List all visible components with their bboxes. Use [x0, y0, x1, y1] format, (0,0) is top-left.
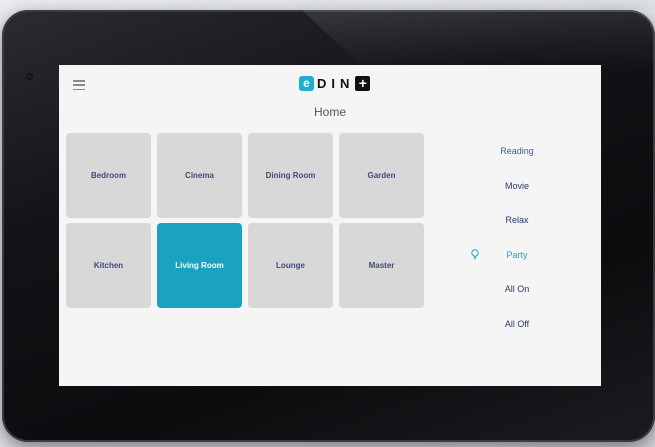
tablet-device: e DIN + Home Bedroom Cinema Dining Room …: [2, 10, 655, 442]
page-title: Home: [313, 105, 346, 119]
room-tile-bedroom[interactable]: Bedroom: [66, 133, 151, 218]
room-tile-dining-room[interactable]: Dining Room: [248, 133, 333, 218]
room-tile-lounge[interactable]: Lounge: [248, 223, 333, 308]
logo-e-badge: e: [299, 75, 314, 91]
scene-all-on[interactable]: All On: [459, 272, 575, 307]
scene-movie[interactable]: Movie: [459, 169, 575, 204]
logo-plus-badge: +: [355, 75, 371, 91]
hamburger-menu-icon[interactable]: [73, 80, 85, 90]
app-screen: e DIN + Home Bedroom Cinema Dining Room …: [59, 65, 601, 386]
room-tile-living-room[interactable]: Living Room: [157, 223, 242, 308]
scene-party[interactable]: Party: [459, 238, 575, 273]
camera-lens: [26, 73, 33, 80]
screen-glare: [302, 10, 655, 70]
room-tile-cinema[interactable]: Cinema: [157, 133, 242, 218]
room-grid: Bedroom Cinema Dining Room Garden Kitche…: [66, 133, 424, 308]
scene-label: Movie: [504, 180, 529, 191]
scene-label: Party: [506, 249, 528, 260]
lightbulb-icon: [471, 248, 479, 259]
logo-text: DIN: [317, 75, 355, 91]
scene-relax[interactable]: Relax: [459, 203, 575, 238]
scene-label: Relax: [505, 215, 529, 226]
room-tile-master[interactable]: Master: [339, 223, 424, 308]
scene-list: Reading Movie Relax Party All On All Off: [459, 134, 575, 341]
room-tile-garden[interactable]: Garden: [339, 133, 424, 218]
scene-label: All Off: [504, 318, 530, 329]
room-tile-kitchen[interactable]: Kitchen: [66, 223, 151, 308]
scene-label: Reading: [500, 146, 534, 157]
scene-label: All On: [504, 284, 530, 295]
edin-logo: e DIN +: [299, 75, 371, 91]
scene-reading[interactable]: Reading: [459, 134, 575, 169]
scene-all-off[interactable]: All Off: [459, 307, 575, 342]
